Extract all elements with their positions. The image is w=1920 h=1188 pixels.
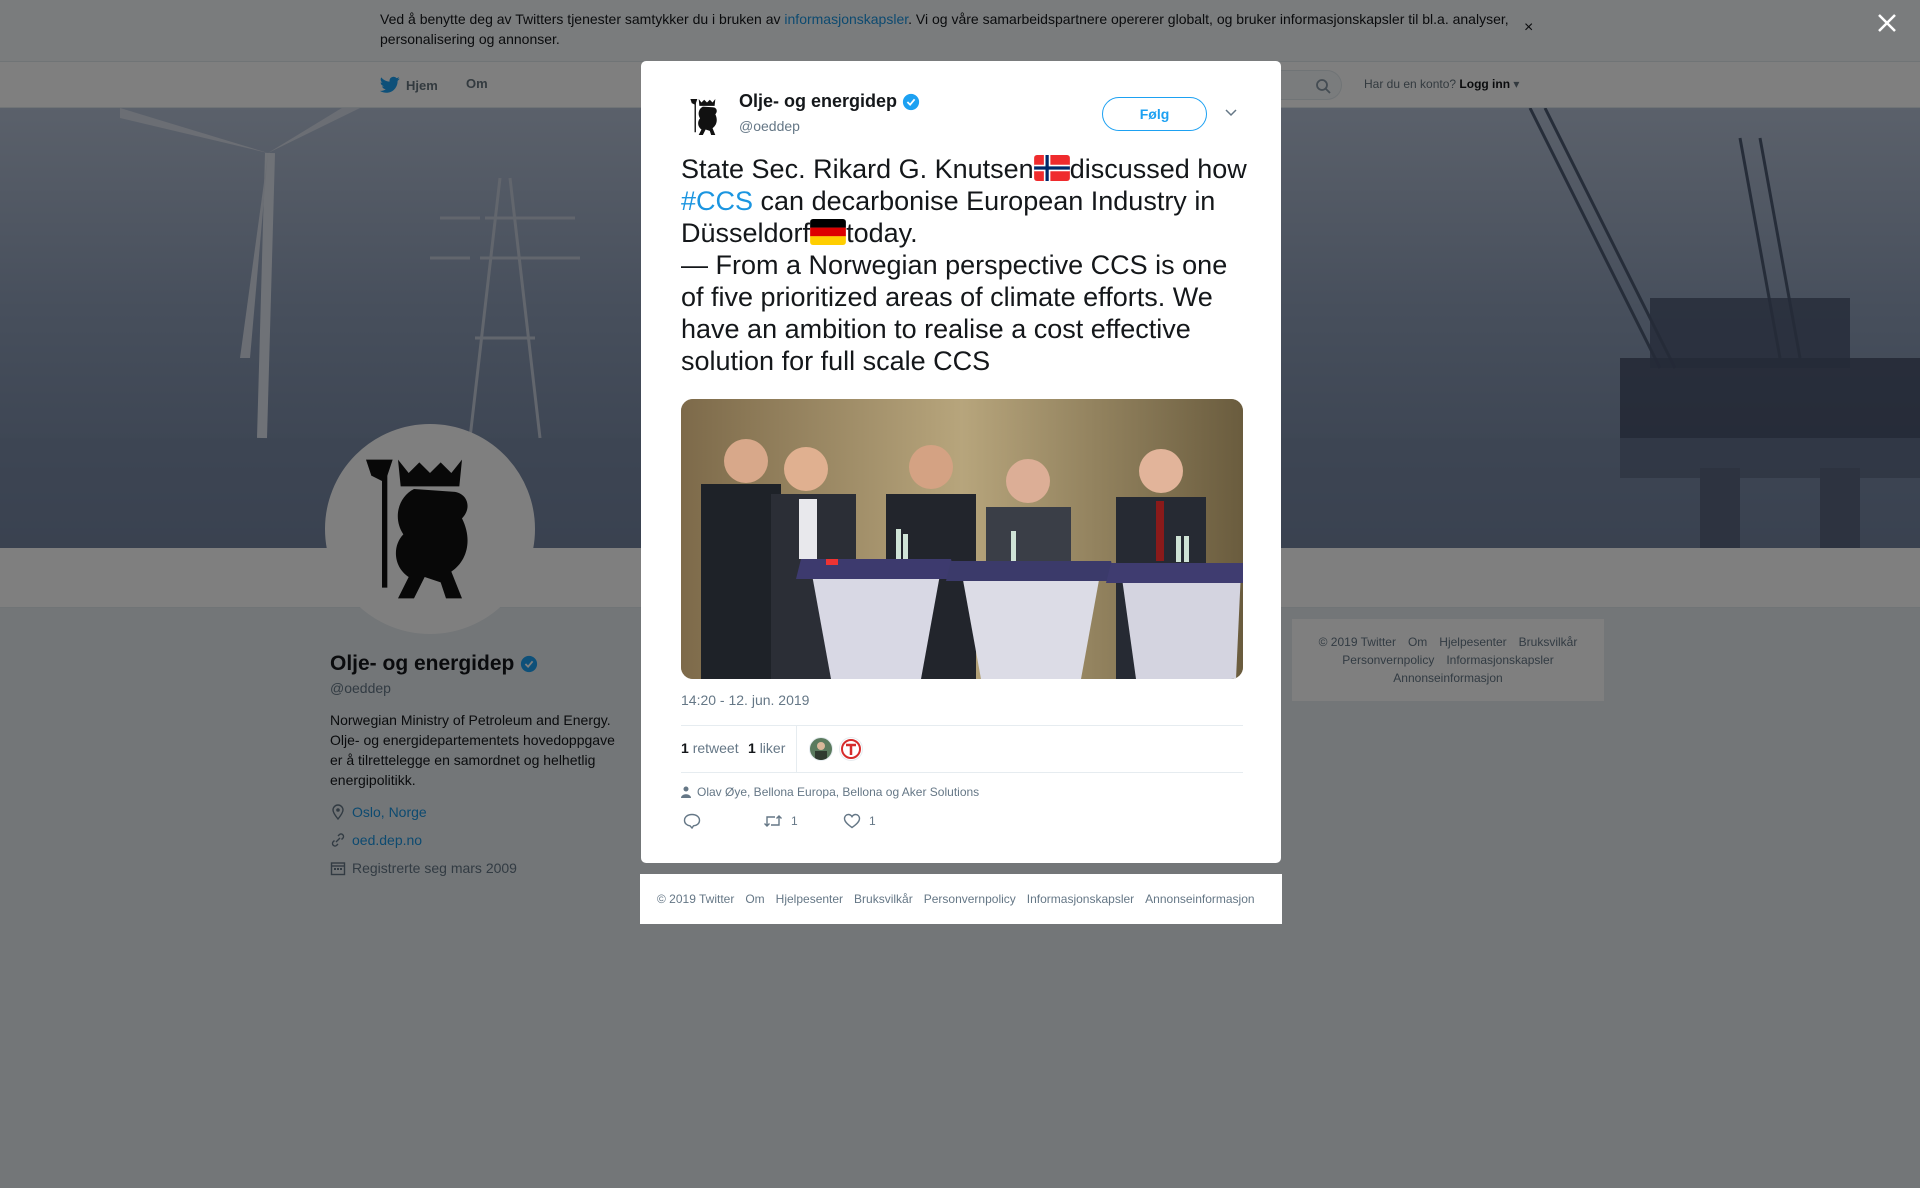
germany-flag-icon — [810, 219, 846, 245]
tweet-photo[interactable] — [681, 399, 1243, 679]
tweet-text: State Sec. Rikard G. Knutsen discussed ho… — [681, 154, 1247, 376]
retweet-stat[interactable]: 1 retweet — [681, 740, 739, 756]
stats-divider — [796, 726, 797, 772]
tweet-author-avatar[interactable] — [681, 91, 733, 143]
tweet-timestamp[interactable]: 14:20 - 12. jun. 2019 — [681, 692, 809, 708]
footer-cookies[interactable]: Informasjonskapsler — [1027, 892, 1134, 906]
footer-ads[interactable]: Annonseinformasjon — [1145, 892, 1254, 906]
person-icon — [681, 786, 691, 798]
follow-button[interactable]: Følg — [1102, 97, 1207, 131]
liker-avatar[interactable] — [839, 737, 863, 761]
footer-copyright: © 2019 Twitter — [657, 892, 735, 906]
footer-privacy[interactable]: Personvernpolicy — [924, 892, 1016, 906]
liker-avatar[interactable] — [809, 737, 833, 761]
retweet-icon — [764, 815, 782, 827]
footer-about[interactable]: Om — [745, 892, 764, 906]
replying-to: Olav Øye, Bellona Europa, Bellona og Ake… — [681, 785, 979, 799]
likers-avatars — [809, 737, 863, 761]
lion-crest-icon — [690, 99, 717, 135]
verified-icon — [902, 93, 920, 110]
tweet-author-handle[interactable]: @oeddep — [739, 118, 800, 134]
footer-terms[interactable]: Bruksvilkår — [854, 892, 913, 906]
norway-flag-icon — [1033, 155, 1070, 181]
chevron-down-icon[interactable] — [1224, 105, 1238, 119]
reply-icon — [683, 813, 701, 829]
tweet-author-name[interactable]: Olje- og energidep — [739, 91, 920, 112]
close-icon[interactable] — [1876, 12, 1898, 34]
tweet-modal: Olje- og energidep @oeddep Følg State Se… — [641, 61, 1281, 863]
modal-footer: © 2019 Twitter Om Hjelpesenter Bruksvilk… — [640, 874, 1282, 924]
retweet-button[interactable]: 1 — [763, 813, 798, 829]
heart-icon — [843, 813, 861, 829]
like-button[interactable]: 1 — [843, 813, 876, 829]
tweet-stats: 1 retweet 1 liker — [681, 725, 1243, 773]
like-stat[interactable]: 1 liker — [748, 740, 785, 756]
hashtag-link[interactable]: #CCS — [681, 186, 753, 216]
reply-button[interactable] — [683, 813, 701, 829]
footer-help[interactable]: Hjelpesenter — [776, 892, 843, 906]
